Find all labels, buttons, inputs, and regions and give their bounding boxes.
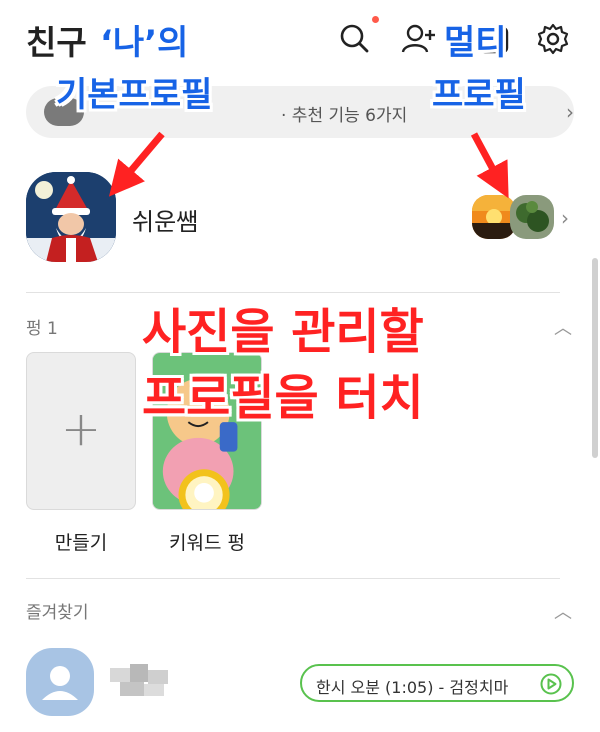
divider: [26, 292, 560, 293]
blurred-friend-name: [110, 664, 186, 700]
my-profile-avatar[interactable]: [26, 172, 116, 262]
notification-dot: [372, 16, 379, 23]
annotation-multi-profile-line1: 멀티: [444, 23, 507, 63]
favorites-section-label: 즐겨찾기: [26, 603, 89, 623]
multi-profile-avatar-plant[interactable]: [510, 195, 554, 239]
pung-section-label: 펑 1: [26, 319, 58, 339]
create-pung-button[interactable]: +: [26, 352, 136, 510]
annotation-basic-profile-line1: ‘나’의: [100, 23, 189, 63]
annotation-basic-profile-line2: 기본프로필: [56, 75, 213, 115]
add-friend-icon[interactable]: [400, 20, 438, 58]
plus-icon: +: [60, 401, 102, 457]
keyword-pung-label: 키워드 펑: [169, 532, 245, 554]
my-profile-row[interactable]: 쉬운쌤 ›: [0, 162, 600, 272]
annotation-instruction-line1: 사진을 관리할: [142, 304, 424, 360]
favorite-friend-row[interactable]: 한시 오분 (1:05) - 검정치마: [0, 634, 600, 724]
profile-music-text: 한시 오분 (1:05) - 검정치마: [316, 678, 509, 697]
banner-text: · 추천 기능 6가지: [281, 106, 408, 126]
settings-icon[interactable]: [534, 20, 572, 58]
my-profile-name: 쉬운쌤: [132, 208, 199, 236]
chevron-right-icon[interactable]: ›: [561, 206, 569, 230]
search-icon[interactable]: [336, 20, 374, 58]
play-icon[interactable]: [540, 673, 562, 695]
divider: [26, 578, 560, 579]
create-pung-label: 만들기: [54, 532, 108, 554]
scrollbar[interactable]: [592, 258, 598, 458]
top-bar: 친구: [0, 0, 600, 80]
annotation-multi-profile-line2: 프로필: [432, 75, 526, 115]
default-avatar[interactable]: [26, 648, 94, 716]
annotation-instruction-line2: 프로필을 터치: [142, 370, 424, 426]
profile-music-button[interactable]: 한시 오분 (1:05) - 검정치마: [300, 664, 574, 702]
chevron-up-icon[interactable]: ︿: [554, 598, 572, 624]
chevron-up-icon[interactable]: ︿: [554, 314, 572, 340]
chevron-right-icon: ›: [566, 100, 574, 124]
page-title: 친구: [26, 23, 87, 62]
